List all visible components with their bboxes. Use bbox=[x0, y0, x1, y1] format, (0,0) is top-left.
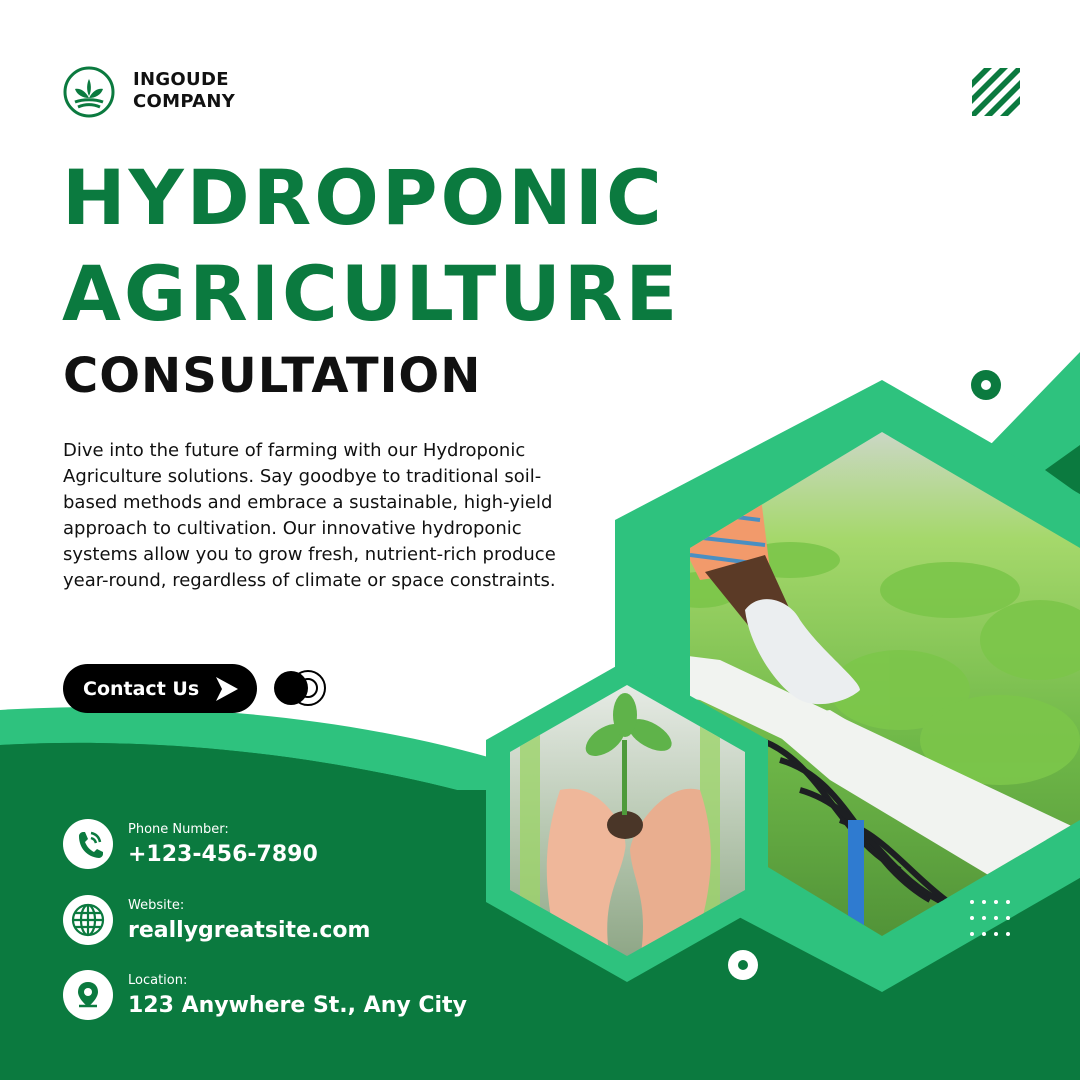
company-name: INGOUDE COMPANY bbox=[133, 69, 235, 113]
phone-label: Phone Number: bbox=[128, 822, 229, 837]
company-name-line2: COMPANY bbox=[133, 91, 236, 112]
headline-line2: AGRICULTURE bbox=[62, 249, 681, 338]
poster: INGOUDE COMPANY HYDROPONIC AGRICULTURE C… bbox=[0, 0, 1080, 1080]
website-value[interactable]: reallygreatsite.com bbox=[128, 918, 370, 943]
description-text: Dive into the future of farming with our… bbox=[63, 440, 556, 591]
contact-us-label: Contact Us bbox=[83, 677, 200, 700]
website-label: Website: bbox=[128, 898, 185, 913]
leaf-in-circle-icon bbox=[63, 66, 115, 118]
location-pin-icon bbox=[63, 970, 113, 1020]
phone-icon bbox=[63, 819, 113, 869]
toggle-circles-icon bbox=[274, 670, 326, 706]
headline-line1: HYDROPONIC bbox=[62, 153, 665, 242]
globe-icon bbox=[63, 895, 113, 945]
headline-subtitle: CONSULTATION bbox=[63, 348, 482, 404]
location-label: Location: bbox=[128, 973, 188, 988]
play-arrow-icon bbox=[216, 676, 239, 701]
dot-grid-decoration bbox=[970, 900, 1010, 936]
diagonal-stripes-icon bbox=[972, 68, 1020, 116]
company-name-line1: INGOUDE bbox=[133, 69, 229, 90]
contact-us-button[interactable]: Contact Us bbox=[63, 664, 257, 713]
phone-value[interactable]: +123-456-7890 bbox=[128, 842, 318, 867]
location-value: 123 Anywhere St., Any City bbox=[128, 993, 467, 1018]
